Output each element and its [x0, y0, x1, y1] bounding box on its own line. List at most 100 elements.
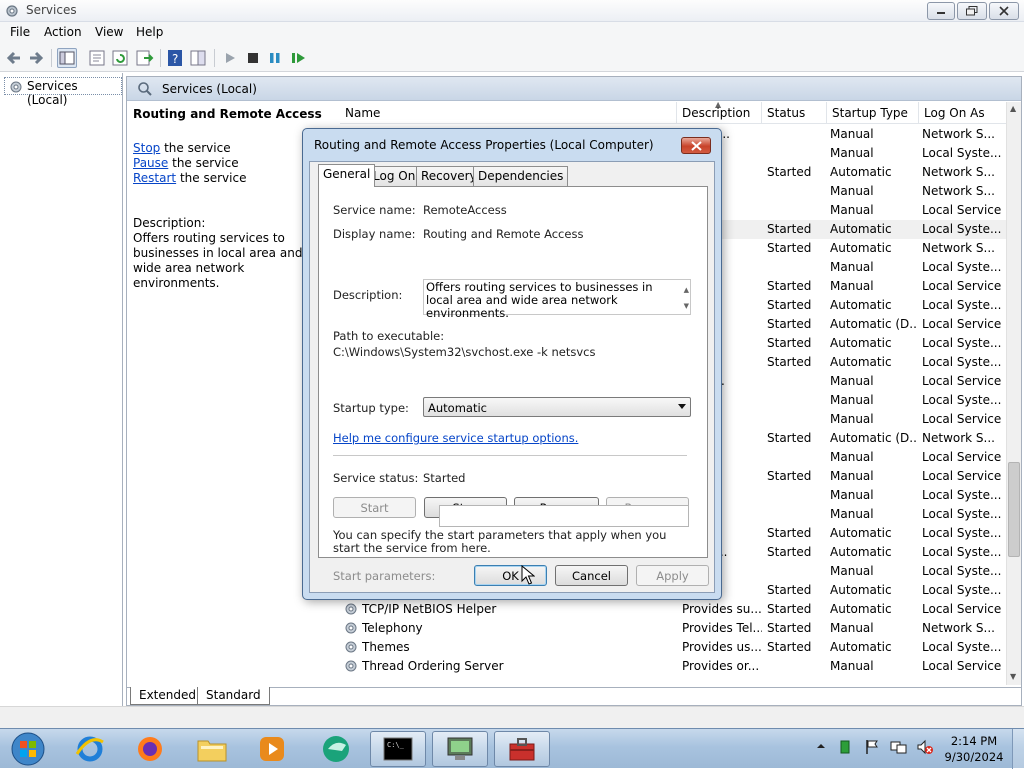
service-status-label: Service status: — [333, 471, 419, 485]
content-header: Services (Local) — [127, 77, 1021, 101]
window-title: Services — [26, 3, 77, 17]
minimize-button[interactable] — [927, 2, 955, 20]
tab-dependencies[interactable]: Dependencies — [473, 166, 569, 186]
tab-general[interactable]: General — [318, 164, 376, 187]
tab-standard[interactable]: Standard — [197, 687, 270, 705]
taskbar-file-explorer[interactable] — [184, 731, 240, 767]
close-button[interactable] — [989, 2, 1019, 20]
scroll-up-icon[interactable]: ▲ — [1010, 104, 1016, 113]
export-list-icon[interactable] — [134, 48, 154, 68]
cell-status: Started — [767, 355, 812, 369]
taskbar-app-globe[interactable] — [308, 731, 364, 767]
firefox-icon — [138, 737, 162, 761]
maximize-button[interactable] — [957, 2, 987, 20]
help-icon[interactable]: ? — [165, 48, 185, 68]
description-text: Offers routing services to businesses in… — [426, 280, 653, 320]
menu-action[interactable]: Action — [44, 25, 82, 39]
list-vertical-scrollbar[interactable]: ▲ ▼ — [1006, 102, 1021, 685]
service-name-label: Service name: — [333, 203, 416, 217]
pause-link[interactable]: Pause — [133, 156, 168, 170]
path-value: C:\Windows\System32\svchost.exe -k netsv… — [333, 345, 596, 359]
properties-sheet-icon[interactable] — [87, 48, 107, 68]
cell-startup-type: Manual — [830, 621, 874, 635]
pause-service-icon[interactable] — [265, 48, 285, 68]
show-hide-console-tree-button[interactable] — [57, 48, 77, 68]
close-icon — [691, 141, 702, 151]
service-gear-icon — [345, 622, 357, 634]
table-row[interactable]: Telephony Provides Tel... Started Manual Net… — [340, 619, 1006, 638]
cell-status: Started — [767, 469, 812, 483]
scrollbar-thumb[interactable] — [1008, 462, 1020, 557]
scroll-down-icon[interactable]: ▼ — [1010, 672, 1016, 681]
startup-type-select[interactable]: Automatic — [423, 397, 691, 417]
show-hidden-icons-icon[interactable] — [816, 741, 826, 751]
apply-button[interactable]: Apply — [636, 565, 709, 586]
taskbar-clock[interactable]: 2:14 PM 9/30/2024 — [943, 733, 1005, 765]
column-header-log-on-as[interactable]: Log On As — [919, 102, 1006, 124]
cell-log-on-as: Local Service — [922, 279, 1002, 293]
column-header-description[interactable]: Description — [677, 102, 762, 124]
description-label: Description: — [333, 288, 403, 302]
stop-link[interactable]: Stop — [133, 141, 160, 155]
column-header-name[interactable]: Name — [340, 102, 677, 124]
cell-log-on-as: Network S... — [922, 431, 995, 445]
description-scroll-arrows[interactable]: ▲ ▼ — [684, 282, 689, 314]
taskbar-command-prompt[interactable]: C:\_ — [370, 731, 426, 767]
tab-extended[interactable]: Extended — [130, 687, 205, 705]
column-header-status[interactable]: Status — [762, 102, 827, 124]
menu-help[interactable]: Help — [136, 25, 163, 39]
network-monitor-icon[interactable] — [890, 739, 908, 755]
menu-file[interactable]: File — [10, 25, 30, 39]
menu-bar: File Action View Help — [0, 22, 1024, 44]
dialog-title: Routing and Remote Access Properties (Lo… — [314, 138, 654, 152]
cell-status: Started — [767, 336, 812, 350]
action-pane-icon[interactable] — [188, 48, 208, 68]
start-button[interactable]: Start — [333, 497, 416, 518]
table-row[interactable]: TCP/IP NetBIOS Helper Provides su... Start… — [340, 600, 1006, 619]
help-configure-link[interactable]: Help me configure service startup option… — [333, 431, 578, 445]
network-status-icon[interactable] — [838, 739, 852, 755]
cancel-button[interactable]: Cancel — [555, 565, 628, 586]
taskbar-media-player[interactable] — [244, 731, 300, 767]
taskbar-firefox[interactable] — [122, 731, 178, 767]
start-parameters-input[interactable] — [439, 505, 689, 527]
cell-log-on-as: Local Service — [922, 203, 1002, 217]
back-arrow-icon[interactable] — [4, 48, 24, 68]
column-header-startup-type[interactable]: Startup Type — [827, 102, 919, 124]
refresh-icon[interactable] — [110, 48, 130, 68]
ok-button[interactable]: OK — [474, 565, 547, 586]
cell-status: Started — [767, 545, 812, 559]
taskbar-internet-explorer[interactable] — [62, 731, 118, 767]
cell-startup-type: Manual — [830, 564, 874, 578]
toolbar: ? — [0, 44, 1024, 72]
cell-status: Started — [767, 241, 812, 255]
cell-log-on-as: Local Syste... — [922, 222, 1002, 236]
forward-arrow-icon[interactable] — [26, 48, 46, 68]
cell-name: Thread Ordering Server — [362, 659, 504, 673]
dialog-close-button[interactable] — [681, 137, 711, 154]
stop-service-icon[interactable] — [243, 48, 263, 68]
description-box[interactable]: Offers routing services to businesses in… — [423, 279, 691, 320]
action-center-flag-icon[interactable] — [864, 739, 880, 755]
start-service-icon[interactable] — [220, 48, 240, 68]
tab-recovery[interactable]: Recovery — [416, 166, 482, 186]
cell-name: TCP/IP NetBIOS Helper — [362, 602, 497, 616]
table-row[interactable]: Themes Provides us... Started Automatic Loca… — [340, 638, 1006, 657]
volume-muted-icon[interactable] — [916, 739, 934, 755]
services-gear-icon — [6, 5, 18, 17]
table-row[interactable]: Thread Ordering Server Provides or... Manu… — [340, 657, 1006, 676]
restart-service-icon[interactable] — [288, 48, 308, 68]
tab-log-on[interactable]: Log On — [368, 166, 421, 186]
status-bar — [0, 706, 1024, 728]
taskbar-computer-management[interactable] — [432, 731, 488, 767]
restart-link[interactable]: Restart — [133, 171, 176, 185]
menu-view[interactable]: View — [95, 25, 123, 39]
show-desktop-button[interactable] — [1012, 729, 1024, 769]
tree-item-services-local[interactable]: Services (Local) — [4, 77, 122, 107]
start-button[interactable] — [4, 731, 52, 767]
chevron-down-icon — [678, 404, 686, 409]
close-icon — [999, 6, 1009, 16]
media-player-icon — [260, 737, 284, 761]
cell-startup-type: Manual — [830, 469, 874, 483]
taskbar-services[interactable] — [494, 731, 550, 767]
